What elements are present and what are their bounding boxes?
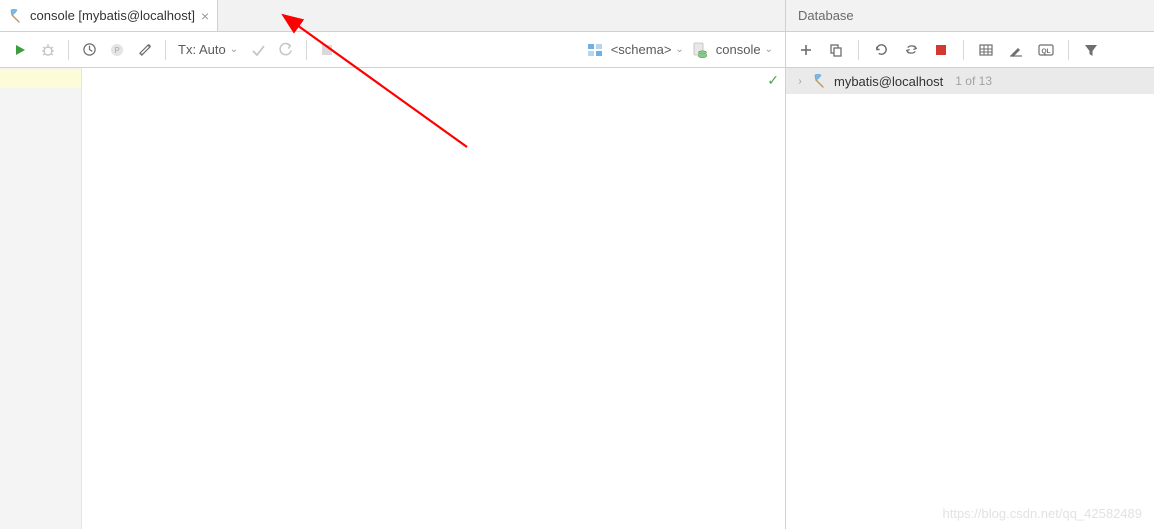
settings-button[interactable]	[133, 38, 157, 62]
database-feather-icon	[8, 8, 24, 24]
toolbar-separator	[858, 40, 859, 60]
gutter-highlight	[0, 70, 81, 88]
refresh-button[interactable]	[871, 40, 891, 60]
sql-console-button[interactable]: QL	[1036, 40, 1056, 60]
console-tab[interactable]: console [mybatis@localhost] ×	[0, 0, 218, 31]
edit-button[interactable]	[1006, 40, 1026, 60]
schema-label: <schema>	[611, 42, 672, 57]
toolbar-separator	[1068, 40, 1069, 60]
svg-text:P: P	[114, 46, 119, 55]
sync-button[interactable]	[901, 40, 921, 60]
chevron-down-icon: ⌄	[230, 44, 238, 55]
stop-connection-button[interactable]	[931, 40, 951, 60]
add-datasource-button[interactable]	[796, 40, 816, 60]
database-feather-icon	[812, 73, 828, 89]
chevron-down-icon: ⌄	[765, 44, 773, 55]
table-view-button[interactable]	[976, 40, 996, 60]
commit-button[interactable]	[246, 38, 270, 62]
console-toolbar: P Tx: Auto ⌄	[0, 32, 785, 68]
editor-tab-bar: console [mybatis@localhost] ×	[0, 0, 785, 32]
tx-mode-dropdown[interactable]: Tx: Auto ⌄	[174, 38, 242, 62]
datasource-count: 1 of 13	[955, 74, 992, 88]
database-tree[interactable]: › mybatis@localhost 1 of 13 https://blog…	[786, 68, 1154, 529]
close-icon[interactable]: ×	[201, 8, 209, 24]
toolbar-separator	[68, 40, 69, 60]
analysis-ok-icon: ✓	[767, 72, 779, 89]
toolbar-separator	[165, 40, 166, 60]
console-tab-label: console [mybatis@localhost]	[30, 8, 195, 23]
editor-gutter	[0, 68, 82, 529]
console-file-icon	[692, 42, 708, 58]
filter-button[interactable]	[1081, 40, 1101, 60]
console-session-dropdown[interactable]: console ⌄	[712, 38, 777, 62]
console-session-label: console	[716, 42, 761, 57]
chevron-right-icon[interactable]: ›	[794, 76, 806, 87]
chevron-down-icon: ⌄	[675, 44, 683, 55]
debug-button[interactable]	[36, 38, 60, 62]
watermark: https://blog.csdn.net/qq_42582489	[943, 506, 1143, 521]
rollback-button[interactable]	[274, 38, 298, 62]
database-panel-title: Database	[786, 0, 1154, 32]
database-toolbar: QL	[786, 32, 1154, 68]
toolbar-separator	[306, 40, 307, 60]
toolbar-separator	[963, 40, 964, 60]
schema-dropdown[interactable]: <schema> ⌄	[607, 38, 688, 62]
database-panel-title-label: Database	[798, 8, 854, 23]
sql-editor[interactable]: ✓	[0, 68, 785, 529]
run-button[interactable]	[8, 38, 32, 62]
svg-text:QL: QL	[1041, 48, 1050, 55]
code-area[interactable]: ✓	[82, 68, 785, 529]
duplicate-datasource-button[interactable]	[826, 40, 846, 60]
tx-mode-label: Tx: Auto	[178, 42, 226, 57]
history-button[interactable]	[77, 38, 101, 62]
datasource-tree-item[interactable]: › mybatis@localhost 1 of 13	[786, 68, 1154, 94]
schema-icon	[587, 42, 603, 58]
stop-button[interactable]	[315, 38, 339, 62]
explain-plan-button[interactable]: P	[105, 38, 129, 62]
datasource-label: mybatis@localhost	[834, 74, 943, 89]
